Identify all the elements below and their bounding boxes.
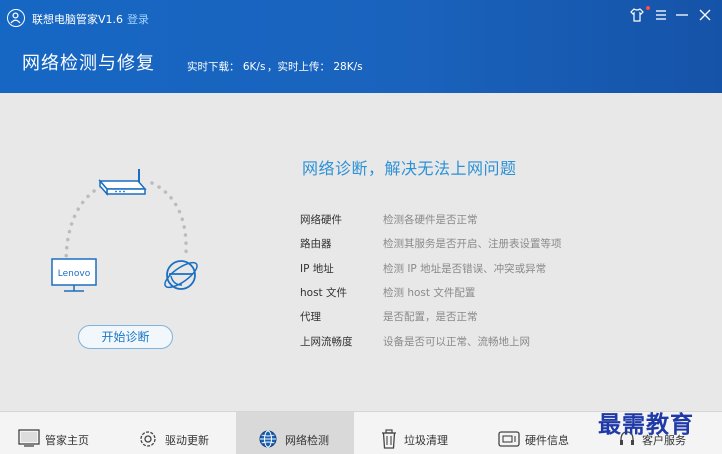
check-desc: 设备是否可以正常、流畅地上网 xyxy=(383,336,530,348)
dotted-arc-right xyxy=(150,181,188,255)
check-label: 上网流畅度 xyxy=(300,336,353,348)
nav-item-driver-update[interactable]: 驱动更新 xyxy=(118,412,236,454)
browser-icon xyxy=(164,260,198,290)
gear-icon xyxy=(140,431,156,447)
nav-label: 硬件信息 xyxy=(525,434,569,447)
nav-item-junk-clean[interactable]: 垃圾清理 xyxy=(354,412,472,454)
user-avatar-icon[interactable] xyxy=(7,9,25,27)
check-desc: 检测 host 文件配置 xyxy=(383,287,476,299)
shirt-icon xyxy=(630,8,644,22)
close-icon xyxy=(699,9,711,21)
network-diagram: Lenovo xyxy=(51,169,198,292)
login-link[interactable]: 登录 xyxy=(127,11,149,27)
main-content: Lenovo 开始诊断 网络诊断，解决无法上网问题 网络硬件 检测各硬件是否正常… xyxy=(0,93,722,411)
check-label: 网络硬件 xyxy=(300,214,342,226)
check-label: IP 地址 xyxy=(300,263,334,275)
check-label: 代理 xyxy=(300,311,321,323)
check-label: host 文件 xyxy=(300,287,348,299)
minimize-button[interactable] xyxy=(674,7,690,23)
notification-dot xyxy=(646,6,650,10)
monitor-brand: Lenovo xyxy=(58,269,91,279)
start-diagnosis-button[interactable]: 开始诊断 xyxy=(78,325,173,349)
check-label: 路由器 xyxy=(300,238,332,250)
menu-icon xyxy=(656,10,666,20)
watermark-text: 最需教育 xyxy=(598,411,694,438)
computer-icon: Lenovo xyxy=(51,258,97,292)
nav-label: 垃圾清理 xyxy=(404,434,448,447)
close-button[interactable] xyxy=(697,7,713,23)
nav-label: 网络检测 xyxy=(285,434,329,447)
check-desc: 检测其服务是否开启、注册表设置等项 xyxy=(383,238,562,250)
globe-icon xyxy=(259,430,277,448)
hardware-icon xyxy=(498,431,520,447)
minimize-icon xyxy=(676,14,688,16)
check-desc: 检测各硬件是否正常 xyxy=(383,214,478,226)
nav-label: 管家主页 xyxy=(45,434,89,447)
page-title: 网络检测与修复 xyxy=(22,53,155,74)
nav-label: 驱动更新 xyxy=(165,434,209,447)
nav-item-network-check[interactable]: 网络检测 xyxy=(236,412,354,454)
router-icon xyxy=(98,169,147,196)
nav-item-home[interactable]: 管家主页 xyxy=(0,412,118,454)
app-title: 联想电脑管家V1.6 xyxy=(32,13,124,26)
check-desc: 检测 IP 地址是否错误、冲突或异常 xyxy=(383,263,547,275)
dotted-arc-left xyxy=(64,181,110,266)
diagnosis-title: 网络诊断，解决无法上网问题 xyxy=(302,159,517,178)
nav-item-hardware-info[interactable]: 硬件信息 xyxy=(472,412,590,454)
download-speed: 实时下载： 6K/s xyxy=(187,61,266,73)
monitor-icon xyxy=(18,429,40,447)
menu-button[interactable] xyxy=(653,7,669,23)
header-bar: 联想电脑管家V1.6 登录 网络检测与修复 实时下载： 6K/s ，实时上传： … xyxy=(0,0,722,93)
skin-button[interactable] xyxy=(629,7,645,23)
upload-speed: ，实时上传： 28K/s xyxy=(267,61,363,73)
check-desc: 是否配置，是否正常 xyxy=(383,311,478,323)
trash-icon xyxy=(382,429,396,449)
